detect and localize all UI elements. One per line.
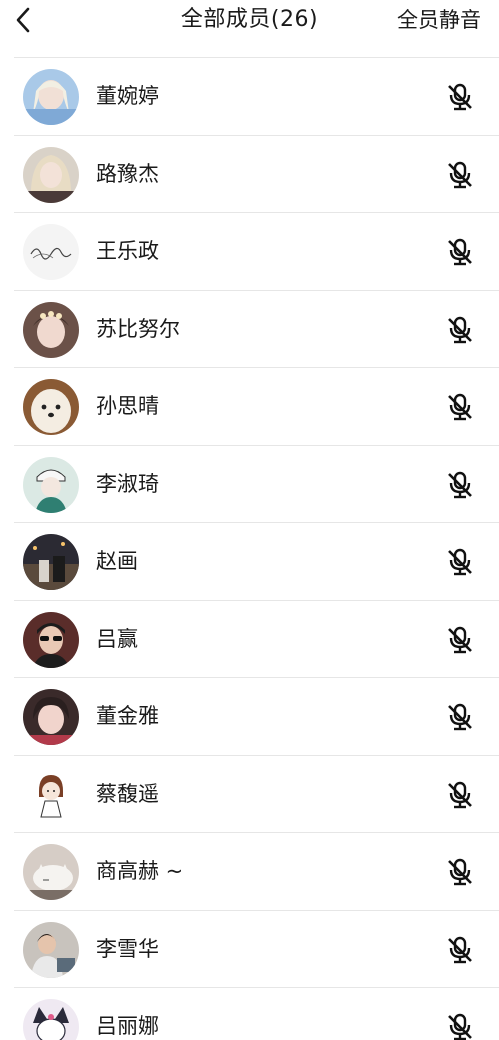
member-name: 蔡馥遥 (96, 781, 159, 806)
avatar (23, 301, 79, 358)
mic-muted-icon[interactable] (445, 625, 475, 655)
avatar (23, 456, 79, 513)
header: 全部成员(26) 全员静音 (0, 0, 499, 40)
avatar (23, 611, 79, 668)
mic-muted-icon[interactable] (445, 935, 475, 965)
list-item[interactable]: 李淑琦 (14, 446, 499, 523)
list-item[interactable]: 吕赢 (14, 601, 499, 678)
avatar (23, 844, 79, 900)
mic-muted-icon[interactable] (445, 470, 475, 500)
member-list: 董婉婷 路豫杰 王乐政 苏比努尔 孙思晴 李淑琦 赵画 吕赢 董金雅 蔡馥遥 商… (14, 57, 499, 1040)
list-item[interactable]: 商高赫 ~ (14, 833, 499, 911)
avatar (23, 999, 79, 1040)
member-name: 李淑琦 (96, 471, 159, 496)
list-item[interactable]: 蔡馥遥 (14, 756, 499, 833)
mic-muted-icon[interactable] (445, 1012, 475, 1040)
mic-muted-icon[interactable] (445, 82, 475, 112)
member-name: 赵画 (96, 549, 138, 573)
member-name: 苏比努尔 (96, 316, 180, 341)
list-item[interactable]: 路豫杰 (14, 136, 499, 213)
member-list-page: 全部成员(26) 全员静音 董婉婷 路豫杰 王乐政 苏比努尔 孙思晴 李淑琦 赵… (0, 0, 499, 1040)
list-item[interactable]: 董婉婷 (14, 58, 499, 136)
mic-muted-icon[interactable] (445, 315, 475, 345)
mic-muted-icon[interactable] (445, 160, 475, 190)
member-name: 李雪华 (96, 936, 159, 961)
avatar (23, 921, 79, 978)
mic-muted-icon[interactable] (445, 237, 475, 267)
mic-muted-icon[interactable] (445, 702, 475, 732)
avatar (23, 146, 79, 203)
mic-muted-icon[interactable] (445, 547, 475, 577)
member-name: 王乐政 (96, 239, 159, 263)
mute-all-button[interactable]: 全员静音 (397, 4, 481, 36)
avatar (23, 69, 79, 125)
list-item[interactable]: 李雪华 (14, 911, 499, 988)
member-name: 董婉婷 (96, 84, 159, 108)
list-item[interactable]: 孙思晴 (14, 368, 499, 446)
list-item[interactable]: 苏比努尔 (14, 291, 499, 368)
avatar (23, 224, 79, 280)
avatar (23, 534, 79, 590)
member-name: 路豫杰 (96, 161, 159, 186)
list-item[interactable]: 赵画 (14, 523, 499, 601)
member-name: 吕赢 (96, 626, 138, 651)
list-item[interactable]: 董金雅 (14, 678, 499, 756)
avatar (23, 379, 79, 435)
avatar (23, 766, 79, 823)
member-name: 吕丽娜 (96, 1014, 159, 1038)
list-item[interactable]: 吕丽娜 (14, 988, 499, 1040)
list-item[interactable]: 王乐政 (14, 213, 499, 291)
member-name: 商高赫 ~ (96, 859, 184, 883)
mic-muted-icon[interactable] (445, 392, 475, 422)
avatar (23, 689, 79, 745)
mic-muted-icon[interactable] (445, 780, 475, 810)
member-name: 董金雅 (96, 704, 159, 728)
member-name: 孙思晴 (96, 394, 159, 418)
mic-muted-icon[interactable] (445, 857, 475, 887)
